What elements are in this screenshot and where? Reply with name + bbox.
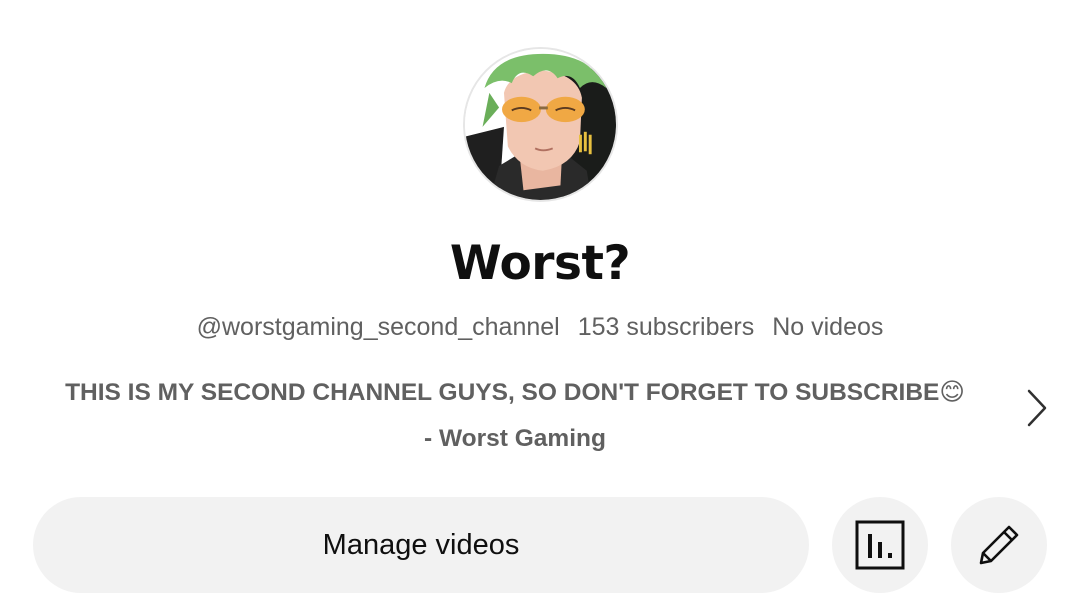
channel-name: Worst? bbox=[449, 236, 631, 291]
channel-page: Worst? @worstgaming_second_channel 153 s… bbox=[0, 0, 1080, 607]
video-count: No videos bbox=[772, 313, 884, 341]
channel-handle: @worstgaming_second_channel bbox=[196, 313, 560, 341]
channel-avatar[interactable] bbox=[463, 47, 618, 202]
analytics-button[interactable] bbox=[832, 497, 928, 593]
avatar-image bbox=[465, 49, 616, 200]
chevron-right-icon[interactable] bbox=[1021, 387, 1051, 429]
analytics-chart-icon bbox=[855, 520, 905, 570]
description-line-1: THIS IS MY SECOND CHANNEL GUYS, SO DON'T… bbox=[65, 379, 965, 406]
edit-channel-button[interactable] bbox=[951, 497, 1047, 593]
manage-videos-button[interactable]: Manage videos bbox=[33, 497, 809, 593]
channel-meta: @worstgaming_second_channel 153 subscrib… bbox=[0, 313, 1080, 342]
subscriber-count: 153 subscribers bbox=[577, 313, 755, 341]
description-line-2: - Worst Gaming bbox=[424, 425, 606, 452]
channel-description[interactable]: THIS IS MY SECOND CHANNEL GUYS, SO DON'T… bbox=[30, 370, 1000, 462]
pencil-icon bbox=[979, 525, 1019, 565]
